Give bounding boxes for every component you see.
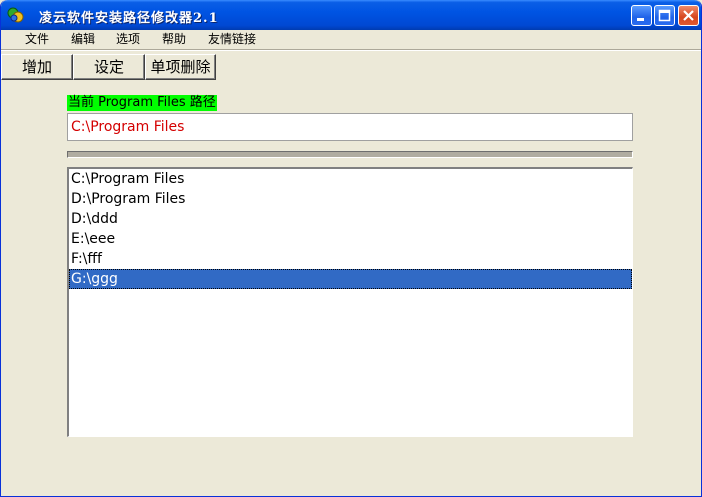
minimize-button[interactable] (631, 5, 652, 26)
maximize-button[interactable] (654, 5, 675, 26)
path-list-item[interactable]: D:\ddd (69, 209, 632, 229)
delete-item-button[interactable]: 单项删除 (145, 54, 216, 80)
close-icon (683, 10, 694, 21)
add-button[interactable]: 增加 (1, 54, 73, 80)
menu-bar: 文件 编辑 选项 帮助 友情链接 (1, 30, 701, 49)
path-list-item[interactable]: F:\fff (69, 249, 632, 269)
minimize-icon (637, 18, 644, 21)
maximize-icon (658, 9, 671, 22)
menu-file[interactable]: 文件 (25, 31, 49, 48)
app-icon (7, 7, 24, 23)
menu-separator (1, 49, 701, 51)
path-list-item[interactable]: C:\Program Files (69, 169, 632, 189)
close-button[interactable] (678, 5, 699, 26)
window-title: 凌云软件安装路径修改器2.1 (39, 11, 219, 26)
set-button[interactable]: 设定 (73, 54, 145, 80)
title-bar[interactable]: 凌云软件安装路径修改器2.1 (1, 0, 701, 30)
current-path-label: 当前 Program Files 路径 (67, 95, 217, 111)
path-list-item[interactable]: D:\Program Files (69, 189, 632, 209)
path-list-item[interactable]: E:\eee (69, 229, 632, 249)
progress-bar (67, 151, 633, 158)
current-path-field[interactable]: C:\Program Files (67, 113, 633, 141)
main-window: 凌云软件安装路径修改器2.1 文件 编辑 选项 帮助 友情链接 增加 设定 单项… (0, 0, 702, 497)
menu-help[interactable]: 帮助 (162, 31, 186, 48)
path-list-item[interactable]: G:\ggg (69, 269, 632, 289)
menu-edit[interactable]: 编辑 (71, 31, 95, 48)
menu-options[interactable]: 选项 (116, 31, 140, 48)
menu-friend-links[interactable]: 友情链接 (208, 31, 256, 48)
path-listbox[interactable]: C:\Program Files D:\Program Files D:\ddd E:… (67, 167, 633, 437)
